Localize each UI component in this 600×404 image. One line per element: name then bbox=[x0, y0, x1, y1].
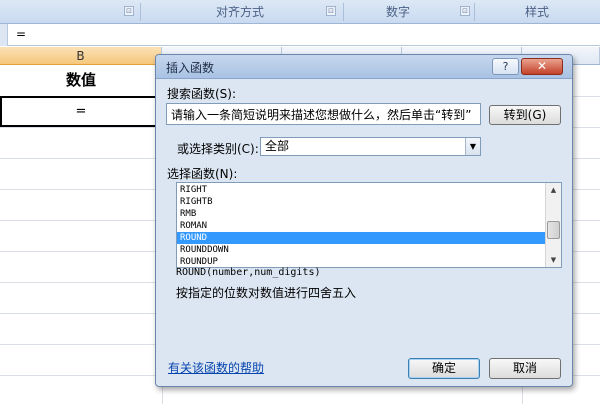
ribbon-group-alignment: 对齐方式 bbox=[215, 5, 264, 19]
dialog-title: 插入函数 bbox=[166, 61, 215, 75]
ribbon: ⊡ 对齐方式 ⊡ 数字 ⊡ 样式 bbox=[0, 0, 600, 24]
search-label: 搜索函数(S): bbox=[167, 87, 237, 101]
cancel-button[interactable]: 取消 bbox=[489, 358, 561, 379]
function-description: 按指定的位数对数值进行四舍五入 bbox=[176, 286, 357, 300]
list-item[interactable]: RIGHT bbox=[177, 184, 546, 196]
search-input[interactable]: 请输入一条简短说明来描述您想做什么，然后单击“转到” bbox=[166, 103, 481, 125]
list-scrollbar[interactable]: ▲ ▼ bbox=[545, 183, 561, 267]
help-icon[interactable]: ? bbox=[492, 58, 519, 75]
formula-bar[interactable] bbox=[0, 24, 600, 46]
category-select[interactable]: 全部 ▼ bbox=[260, 137, 481, 156]
alignment-launcher-icon[interactable]: ⊡ bbox=[326, 6, 336, 16]
function-syntax: ROUND(number,num_digits) bbox=[176, 267, 321, 278]
function-list[interactable]: RIGHT RIGHTB RMB ROMAN ROUND ROUNDDOWN R… bbox=[176, 182, 562, 268]
ribbon-group-partial bbox=[0, 0, 120, 24]
list-item[interactable]: ROUNDDOWN bbox=[177, 244, 546, 256]
dialog-titlebar[interactable]: 插入函数 ? ✕ bbox=[156, 55, 572, 79]
scroll-up-icon[interactable]: ▲ bbox=[546, 183, 561, 197]
function-help-link[interactable]: 有关该函数的帮助 bbox=[168, 359, 264, 376]
category-value: 全部 bbox=[265, 139, 290, 153]
function-list-label: 选择函数(N): bbox=[167, 167, 238, 181]
formula-bar-expander[interactable] bbox=[0, 24, 8, 46]
go-button[interactable]: 转到(G) bbox=[489, 105, 561, 125]
list-item[interactable]: ROMAN bbox=[177, 220, 546, 232]
formula-bar-value: = bbox=[16, 27, 27, 41]
column-header-b[interactable]: B bbox=[0, 47, 162, 65]
number-launcher-icon[interactable]: ⊡ bbox=[460, 6, 470, 16]
ribbon-group-number: 数字 bbox=[385, 5, 410, 19]
dialog-launcher-icon[interactable]: ⊡ bbox=[124, 6, 134, 16]
chevron-down-icon[interactable]: ▼ bbox=[465, 138, 480, 155]
list-item-selected[interactable]: ROUND bbox=[177, 232, 546, 244]
ok-button[interactable]: 确定 bbox=[408, 358, 480, 379]
list-item[interactable]: RIGHTB bbox=[177, 196, 546, 208]
header-cell[interactable]: 数值 bbox=[0, 65, 162, 96]
ribbon-group-styles: 样式 bbox=[524, 5, 549, 19]
scroll-down-icon[interactable]: ▼ bbox=[546, 253, 561, 267]
active-cell[interactable]: = bbox=[0, 96, 162, 127]
close-icon[interactable]: ✕ bbox=[521, 58, 563, 75]
insert-function-dialog: 插入函数 ? ✕ 搜索函数(S): 请输入一条简短说明来描述您想做什么，然后单击… bbox=[155, 54, 573, 387]
list-item[interactable]: RMB bbox=[177, 208, 546, 220]
scroll-thumb[interactable] bbox=[547, 221, 560, 239]
category-label: 或选择类别(C): bbox=[177, 142, 259, 156]
